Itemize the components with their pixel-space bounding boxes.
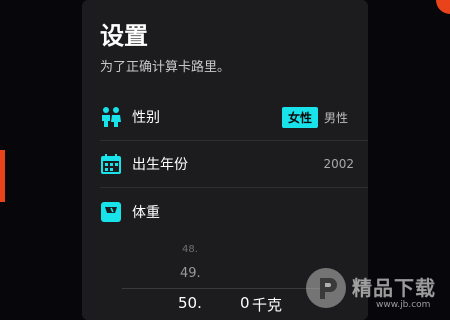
picker-selected-value[interactable]: 50.: [178, 294, 202, 312]
corner-badge: [436, 0, 450, 14]
gender-label: 性别: [132, 110, 160, 126]
gender-option-female[interactable]: 女性: [281, 106, 318, 128]
gender-row: 性别 女性 男性: [100, 94, 354, 140]
weight-label: 体重: [132, 205, 160, 221]
watermark: 精品下载 www.jb.com: [306, 264, 446, 316]
divider: [100, 187, 368, 188]
weight-row: 体重: [100, 189, 354, 235]
birth-year-row[interactable]: 出生年份 2002: [100, 141, 354, 187]
side-accent-bar: [0, 150, 5, 202]
gender-option-male[interactable]: 男性: [318, 107, 354, 128]
calendar-icon: [100, 153, 122, 175]
scale-icon: [100, 201, 122, 223]
weight-unit: 千克: [252, 296, 283, 314]
page-subtitle: 为了正确计算卡路里。: [100, 60, 231, 75]
picker-decimal-value[interactable]: 0: [240, 294, 250, 312]
birth-year-label: 出生年份: [132, 157, 188, 173]
picker-value-above-1: 49.: [180, 266, 201, 281]
picker-selection-line: [122, 288, 328, 289]
page-title: 设置: [100, 22, 148, 50]
watermark-text: 精品下载: [352, 276, 436, 300]
picker-value-above-2: 48.: [182, 244, 198, 255]
watermark-logo-icon: [306, 268, 346, 308]
gender-toggle: 女性 男性: [281, 106, 354, 128]
birth-year-value[interactable]: 2002: [323, 157, 354, 171]
people-icon: [100, 106, 122, 128]
watermark-url: www.jb.com: [376, 300, 431, 310]
